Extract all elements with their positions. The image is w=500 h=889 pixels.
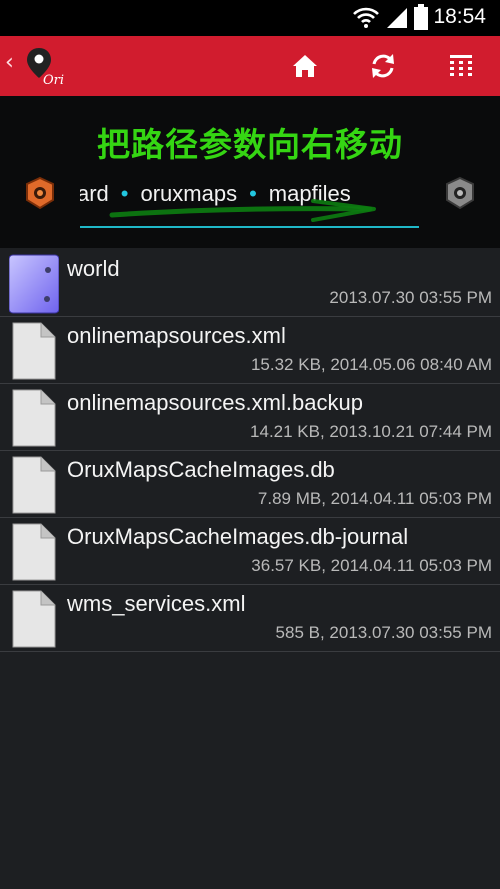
breadcrumb-segment[interactable]: card bbox=[80, 181, 109, 206]
file-meta: 14.21 KB, 2013.10.21 07:44 PM bbox=[250, 422, 492, 441]
screen: 18:54 ‹ Ori 把路径参数向右移动 ard • oruxmaps • m… bbox=[0, 0, 500, 889]
grid-menu-icon bbox=[450, 55, 472, 76]
home-button[interactable] bbox=[288, 50, 322, 82]
file-name: OruxMapsCacheImages.db bbox=[67, 457, 335, 482]
file-name: onlinemapsources.xml.backup bbox=[67, 390, 363, 415]
path-forward-button[interactable] bbox=[443, 176, 477, 210]
file-icon bbox=[12, 590, 56, 648]
file-name: world bbox=[67, 256, 120, 281]
battery-icon bbox=[414, 4, 428, 30]
file-icon bbox=[12, 523, 56, 581]
wifi-icon bbox=[353, 7, 379, 28]
file-name: wms_services.xml bbox=[67, 591, 246, 616]
file-meta: 36.57 KB, 2014.04.11 05:03 PM bbox=[251, 556, 492, 575]
path-back-button[interactable] bbox=[23, 176, 57, 210]
file-meta: 585 B, 2013.07.30 03:55 PM bbox=[275, 623, 492, 642]
file-icon bbox=[12, 456, 56, 514]
chevron-left-icon[interactable]: ‹ bbox=[5, 52, 14, 74]
file-meta: 7.89 MB, 2014.04.11 05:03 PM bbox=[257, 489, 492, 508]
swipe-right-arrow-icon bbox=[109, 199, 376, 222]
path-forward-icon bbox=[446, 176, 474, 210]
folder-icon bbox=[9, 254, 59, 314]
file-row[interactable]: wms_services.xml 585 B, 2013.07.30 03:55… bbox=[0, 585, 500, 652]
file-row[interactable]: onlinemapsources.xml.backup 14.21 KB, 20… bbox=[0, 384, 500, 451]
app-logo[interactable]: Ori bbox=[26, 46, 64, 88]
logo-text: Ori bbox=[43, 73, 64, 86]
action-bar: ‹ Ori bbox=[0, 36, 500, 96]
status-time: 18:54 bbox=[433, 5, 486, 28]
refresh-button[interactable] bbox=[366, 50, 400, 82]
file-name: OruxMapsCacheImages.db-journal bbox=[67, 524, 409, 549]
path-back-icon bbox=[26, 176, 54, 210]
file-meta: 15.32 KB, 2014.05.06 08:40 AM bbox=[250, 355, 492, 374]
file-name: onlinemapsources.xml bbox=[67, 323, 286, 348]
file-row[interactable]: onlinemapsources.xml 15.32 KB, 2014.05.0… bbox=[0, 317, 500, 384]
home-icon bbox=[293, 55, 317, 77]
file-row[interactable]: OruxMapsCacheImages.db 7.89 MB, 2014.04.… bbox=[0, 451, 500, 518]
file-icon bbox=[12, 389, 56, 447]
status-bar: 18:54 bbox=[0, 0, 500, 36]
grid-menu-button[interactable] bbox=[444, 50, 478, 82]
status-icons bbox=[352, 4, 428, 30]
signal-icon bbox=[387, 8, 407, 28]
file-list: world 2013.07.30 03:55 PM onlinemapsourc… bbox=[0, 250, 500, 652]
file-row-world[interactable]: world 2013.07.30 03:55 PM bbox=[0, 250, 500, 317]
file-meta: 2013.07.30 03:55 PM bbox=[329, 288, 492, 307]
file-icon bbox=[12, 322, 56, 380]
overlay-caption: 把路径参数向右移动 bbox=[97, 125, 403, 164]
refresh-icon bbox=[372, 54, 394, 78]
file-row[interactable]: OruxMapsCacheImages.db-journal 36.57 KB,… bbox=[0, 518, 500, 585]
